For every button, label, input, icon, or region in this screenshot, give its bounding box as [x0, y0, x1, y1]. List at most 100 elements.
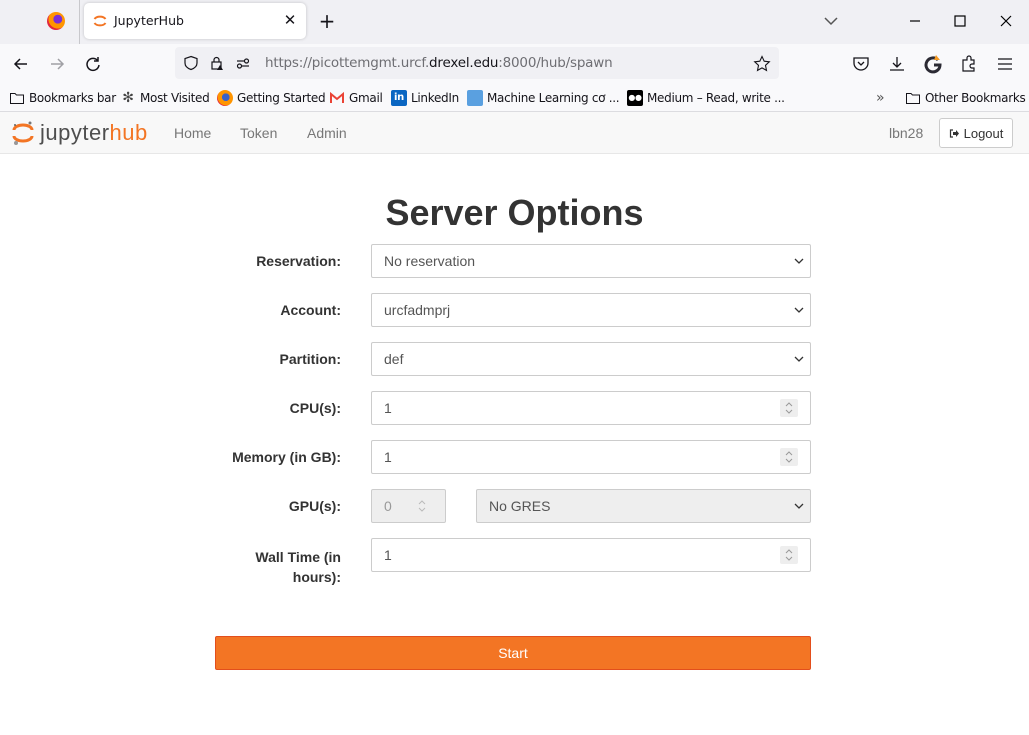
tab-close-icon[interactable]: ✕ — [280, 11, 300, 31]
cpus-input[interactable]: 1 — [371, 391, 811, 425]
bookmarks-toolbar: Bookmarks bar ✻ Most Visited Getting Sta… — [0, 84, 1029, 112]
bookmark-label: Other Bookmarks — [925, 91, 1026, 105]
partition-select[interactable]: def — [371, 342, 811, 376]
sign-out-icon — [949, 128, 959, 138]
window-close-icon[interactable] — [996, 12, 1016, 32]
reload-icon[interactable] — [82, 53, 104, 75]
gear-icon: ✻ — [122, 90, 134, 106]
medium-icon: ●● — [627, 90, 643, 106]
pocket-icon[interactable] — [851, 54, 871, 74]
walltime-label: Wall Time (in hours): — [0, 547, 341, 587]
reservation-value: No reservation — [384, 253, 476, 269]
cpus-value: 1 — [384, 400, 392, 416]
spinner-icon[interactable] — [780, 448, 798, 466]
bookmark-item[interactable]: Bookmarks bar — [9, 89, 116, 107]
account-sync-icon[interactable] — [923, 54, 943, 74]
tab-jupyterhub[interactable]: JupyterHub ✕ — [84, 3, 306, 39]
bookmark-item[interactable]: ✻ Most Visited — [120, 89, 209, 107]
spinner-icon[interactable] — [780, 399, 798, 417]
forward-icon[interactable] — [46, 53, 68, 75]
browser-tab-strip: JupyterHub ✕ + — [0, 0, 1029, 44]
chevron-down-icon — [794, 258, 804, 264]
walltime-label-line1: Wall Time (in — [255, 549, 341, 565]
insecure-lock-icon[interactable] — [209, 55, 225, 71]
maximize-icon[interactable] — [950, 12, 970, 32]
account-label: Account: — [280, 302, 341, 318]
partition-value: def — [384, 351, 404, 367]
url-prefix: https://picottemgmt.urcf. — [265, 55, 430, 71]
tab-separator — [79, 0, 80, 44]
bookmark-label: LinkedIn — [411, 91, 459, 105]
bookmark-item[interactable]: Machine Learning cơ ... — [467, 89, 620, 107]
folder-icon — [10, 93, 24, 104]
logout-label: Logout — [963, 125, 1004, 141]
gmail-icon — [330, 91, 344, 103]
partition-label: Partition: — [279, 351, 341, 367]
bookmark-label: Bookmarks bar — [29, 91, 116, 105]
address-bar[interactable]: https://picottemgmt.urcf.drexel.edu:8000… — [175, 47, 779, 79]
bookmark-label: Gmail — [349, 91, 383, 105]
logout-button[interactable]: Logout — [939, 118, 1013, 148]
gpus-label: GPU(s): — [288, 498, 341, 514]
page-title: Server Options — [385, 192, 644, 233]
logo-jupyter: jupyter — [40, 120, 110, 145]
memory-label: Memory (in GB): — [232, 449, 341, 465]
spinner-icon[interactable] — [780, 546, 798, 564]
cpus-label: CPU(s): — [289, 400, 341, 416]
back-icon[interactable] — [10, 53, 32, 75]
url-suffix: :8000/hub/spawn — [498, 55, 613, 71]
walltime-value: 1 — [384, 547, 392, 563]
walltime-input[interactable]: 1 — [371, 538, 811, 572]
linkedin-icon: in — [391, 90, 407, 106]
bookmark-label: Machine Learning cơ ... — [487, 91, 620, 105]
bookmark-item[interactable]: in LinkedIn — [391, 89, 459, 107]
bookmark-label: Getting Started — [237, 91, 326, 105]
bookmark-item[interactable]: ●● Medium – Read, write ... — [627, 89, 785, 107]
minimize-icon[interactable] — [905, 12, 925, 32]
logo-hub: hub — [109, 120, 148, 145]
logo-wordmark: jupyterhub — [40, 120, 148, 146]
spinner-icon[interactable] — [413, 497, 431, 515]
bookmark-item[interactable]: Getting Started — [217, 89, 326, 107]
jupyter-logo-icon — [12, 121, 34, 145]
account-select[interactable]: urcfadmprj — [371, 293, 811, 327]
app-menu-icon[interactable] — [995, 54, 1015, 74]
browser-nav-bar: https://picottemgmt.urcf.drexel.edu:8000… — [0, 44, 1029, 84]
extensions-icon[interactable] — [959, 54, 979, 74]
downloads-icon[interactable] — [887, 54, 907, 74]
gpus-value: 0 — [384, 498, 392, 514]
folder-icon — [906, 93, 920, 104]
tab-title: JupyterHub — [114, 13, 184, 28]
firefox-view-icon[interactable] — [47, 12, 65, 30]
ml-site-icon — [467, 90, 483, 106]
tracking-protection-shield-icon[interactable] — [183, 55, 199, 71]
url-host: drexel.edu — [429, 55, 499, 71]
chevron-down-icon — [794, 503, 804, 509]
walltime-label-line2: hours): — [292, 569, 341, 585]
jupyterhub-navbar: jupyterhub Home Token Admin lbn28 Logout — [0, 112, 1029, 154]
firefox-icon — [217, 90, 233, 106]
gres-value: No GRES — [489, 498, 551, 514]
jupyterhub-logo[interactable]: jupyterhub — [12, 118, 148, 148]
gres-select[interactable]: No GRES — [476, 489, 811, 523]
permissions-icon[interactable] — [235, 55, 251, 71]
account-value: urcfadmprj — [384, 302, 451, 318]
bookmark-label: Most Visited — [140, 91, 210, 105]
gpus-input[interactable]: 0 — [371, 489, 446, 523]
start-button[interactable]: Start — [215, 636, 811, 670]
chevron-down-icon — [794, 307, 804, 313]
nav-home[interactable]: Home — [174, 125, 211, 141]
bookmark-star-icon[interactable] — [753, 55, 771, 73]
nav-token[interactable]: Token — [240, 125, 277, 141]
bookmarks-overflow-button[interactable]: » — [876, 89, 885, 107]
bookmark-item[interactable]: Gmail — [329, 89, 383, 107]
other-bookmarks[interactable]: Other Bookmarks — [905, 89, 1026, 107]
new-tab-button[interactable]: + — [316, 10, 338, 32]
chevrons-right-icon: » — [876, 90, 885, 106]
reservation-select[interactable]: No reservation — [371, 244, 811, 278]
memory-value: 1 — [384, 449, 392, 465]
list-all-tabs-icon[interactable] — [822, 12, 840, 30]
nav-admin[interactable]: Admin — [307, 125, 347, 141]
memory-input[interactable]: 1 — [371, 440, 811, 474]
url-text[interactable]: https://picottemgmt.urcf.drexel.edu:8000… — [265, 55, 613, 71]
